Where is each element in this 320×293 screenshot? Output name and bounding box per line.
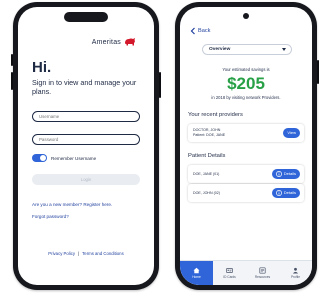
savings-note: in 2018 by visiting network Providers. <box>211 95 281 100</box>
savings-caption: Your estimated savings is <box>222 67 270 72</box>
phone-power-button <box>317 60 319 84</box>
username-input[interactable] <box>32 111 140 122</box>
remember-username-toggle[interactable] <box>32 154 47 162</box>
tab-label: Profile <box>290 275 301 279</box>
home-icon <box>193 267 200 274</box>
provider-patient: Patient: DOE, JANE <box>193 133 226 137</box>
forgot-password-link[interactable]: Forgot password? <box>32 214 69 219</box>
profile-icon <box>292 267 299 274</box>
phone-power-button <box>159 72 161 98</box>
login-phone: Ameritas Hi. Sign in to view and manage … <box>11 2 161 290</box>
bottom-tab-bar: Home ID Cards Resources Profile <box>180 260 312 285</box>
phone-volume-button <box>11 54 13 66</box>
login-screen: Ameritas Hi. Sign in to view and manage … <box>18 7 154 285</box>
login-button[interactable]: Login <box>32 174 140 185</box>
view-button-label: View <box>287 130 296 135</box>
overview-select-value: Overview <box>209 47 231 52</box>
footer-separator: | <box>78 251 80 256</box>
phone-volume-button <box>11 72 13 90</box>
privacy-policy-link[interactable]: Privacy Policy <box>48 251 75 256</box>
register-link[interactable]: Are you a new member? Register here. <box>32 202 112 207</box>
chevron-left-icon <box>190 27 195 35</box>
patient-details-heading: Patient Details <box>188 153 226 159</box>
back-label: Back <box>198 28 211 34</box>
remember-username-row: Remember Username <box>32 154 96 162</box>
tab-label: ID Cards <box>223 275 236 279</box>
id-card-icon <box>226 268 233 273</box>
tab-profile[interactable]: Profile <box>279 261 312 285</box>
tab-resources[interactable]: Resources <box>246 261 279 285</box>
bison-logo-icon <box>125 38 135 46</box>
overview-select[interactable]: Overview <box>202 44 292 55</box>
recent-providers-heading: Your recent providers <box>188 112 243 118</box>
savings-amount: $205 <box>227 74 265 93</box>
chevron-down-icon <box>282 48 286 51</box>
back-button[interactable]: Back <box>190 27 210 35</box>
provider-name: DOCTOR, JOHN <box>193 128 221 132</box>
view-provider-button[interactable]: View <box>283 128 300 138</box>
brand-name: Ameritas <box>91 38 121 46</box>
phone-notch <box>64 12 108 22</box>
patient-details-button[interactable]: Details <box>271 188 300 198</box>
patient-name: DOE, JOHN (02) <box>193 191 220 195</box>
details-button-label: Details <box>283 171 296 176</box>
info-icon <box>275 171 282 177</box>
patient-card: DOE, JANE (01) Details <box>188 165 304 183</box>
info-icon <box>275 190 282 196</box>
dashboard-screen: Back Overview Your estimated savings is … <box>180 7 312 285</box>
tab-label: Home <box>192 275 201 279</box>
tab-home[interactable]: Home <box>180 261 213 285</box>
footer-links: Privacy Policy | Terms and Conditions <box>18 251 154 256</box>
tab-id-cards[interactable]: ID Cards <box>213 261 246 285</box>
resources-icon <box>259 267 266 274</box>
greeting-heading: Hi. <box>32 59 52 76</box>
password-input[interactable] <box>32 134 140 145</box>
brand-header: Ameritas <box>92 37 136 47</box>
dashboard-phone: Back Overview Your estimated savings is … <box>175 2 319 290</box>
patient-name: DOE, JANE (01) <box>193 172 220 176</box>
login-subtitle: Sign in to view and manage your plans. <box>32 78 137 96</box>
provider-card: DOCTOR, JOHN Patient: DOE, JANE View <box>188 124 304 142</box>
patient-details-button[interactable]: Details <box>271 169 300 179</box>
details-button-label: Details <box>283 190 296 195</box>
camera-icon <box>243 13 249 19</box>
tab-label: Resources <box>254 275 271 279</box>
patient-card: DOE, JOHN (02) Details <box>188 184 304 202</box>
terms-link[interactable]: Terms and Conditions <box>82 251 124 256</box>
remember-username-label: Remember Username <box>51 155 97 161</box>
